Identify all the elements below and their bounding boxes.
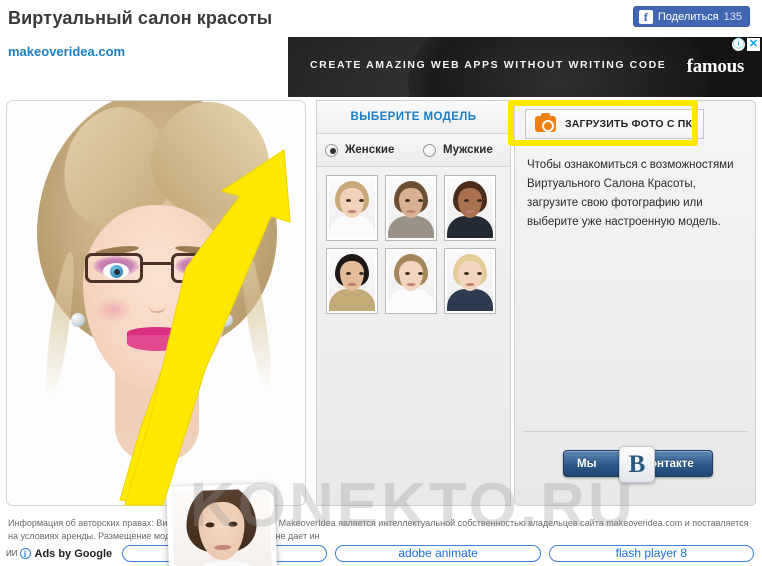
info-panel: ЗАГРУЗИТЬ ФОТО С ПК Чтобы ознакомиться с… — [514, 100, 756, 506]
model-face — [399, 188, 423, 218]
facebook-share-label: Поделиться — [657, 10, 719, 23]
ads-by-google-text: Ads by Google — [34, 547, 113, 560]
model-face — [340, 188, 364, 218]
vk-prefix-label: Мы — [577, 457, 597, 470]
portrait-blush-left — [93, 297, 133, 323]
model-eye-right — [477, 272, 482, 275]
ad-advertiser-logo: famous — [686, 56, 745, 77]
portrait-earring-left — [71, 313, 85, 327]
model-mouth — [406, 210, 416, 213]
model-face — [399, 261, 423, 291]
model-body — [447, 289, 493, 311]
facebook-icon: f — [638, 9, 653, 24]
model-eye-right — [477, 199, 482, 202]
model-thumbnail-image — [447, 251, 493, 311]
model-eye-right — [418, 199, 423, 202]
model-thumbnail[interactable] — [326, 175, 378, 241]
model-mouth — [406, 283, 416, 286]
model-body — [329, 289, 375, 311]
model-thumbnail-image — [329, 251, 375, 311]
site-url-link[interactable]: makeoveridea.com — [8, 44, 125, 59]
model-eye-right — [418, 272, 423, 275]
ad-link-flash-player-8[interactable]: flash player 8 — [548, 545, 755, 562]
radio-male-indicator — [423, 143, 436, 157]
panel-divider — [523, 431, 747, 432]
ad-info-icon[interactable]: ⓘ — [732, 38, 745, 51]
ad-banner[interactable]: CREATE AMAZING WEB APPS WITHOUT WRITING … — [288, 37, 762, 97]
model-eye-left — [346, 199, 351, 202]
model-thumbnail-image — [388, 251, 434, 311]
ad-link-adobe-animate[interactable]: adobe animate — [335, 545, 541, 562]
model-face — [458, 261, 482, 291]
thumb-body — [183, 560, 265, 566]
page-title: Виртуальный салон красоты — [8, 8, 273, 28]
vkontakte-button[interactable]: Мы В контакте — [563, 446, 713, 483]
thumb-face — [197, 501, 246, 561]
portrait-nose — [148, 287, 166, 313]
model-thumbnail[interactable] — [444, 248, 496, 314]
app-page: Виртуальный салон красоты makeoveridea.c… — [0, 0, 762, 566]
model-thumbnail-image — [447, 178, 493, 238]
uploaded-photo-thumbnail[interactable] — [166, 483, 278, 566]
model-eye-left — [405, 199, 410, 202]
model-eye-left — [346, 272, 351, 275]
info-icon[interactable]: i — [19, 548, 31, 559]
glasses-lens-right — [171, 253, 229, 283]
radio-male-label: Мужские — [443, 144, 493, 156]
model-eye-left — [464, 272, 469, 275]
model-body — [388, 289, 434, 311]
model-panel-title: ВЫБЕРИТЕ МОДЕЛЬ — [317, 101, 510, 134]
model-eye-right — [359, 199, 364, 202]
portrait-earring-right — [219, 313, 233, 327]
model-mouth — [465, 210, 475, 213]
model-thumbnail-image — [388, 178, 434, 238]
model-thumbnail[interactable] — [385, 248, 437, 314]
facebook-share-count: 135 — [723, 10, 742, 23]
model-eye-left — [464, 199, 469, 202]
model-mouth — [465, 283, 475, 286]
ads-by-google-label[interactable]: ИИ i Ads by Google — [6, 548, 112, 560]
glasses-bridge — [142, 262, 172, 265]
ads-prefix: ИИ — [6, 549, 18, 558]
model-body — [329, 216, 375, 238]
model-thumbnail[interactable] — [385, 175, 437, 241]
gender-filter-row: Женские Мужские — [317, 134, 510, 167]
model-thumbnail[interactable] — [444, 175, 496, 241]
facebook-share-button[interactable]: f Поделиться 135 — [632, 6, 750, 27]
copyright-text: Информация об авторских правах: Виртуаль… — [8, 518, 749, 541]
model-body — [447, 216, 493, 238]
model-face — [458, 188, 482, 218]
flash-application: ВЫБЕРИТЕ МОДЕЛЬ Женские Мужские ЗАГРУЗИТ… — [0, 96, 762, 566]
uploaded-photo-image — [171, 488, 273, 566]
radio-female-indicator — [325, 143, 338, 157]
model-selection-panel: ВЫБЕРИТЕ МОДЕЛЬ Женские Мужские — [316, 100, 511, 506]
model-thumbnail[interactable] — [326, 248, 378, 314]
model-mouth — [347, 210, 357, 213]
model-mouth — [347, 283, 357, 286]
vkontakte-icon: В — [619, 446, 655, 483]
upload-photo-label: ЗАГРУЗИТЬ ФОТО С ПК — [565, 118, 693, 130]
radio-male[interactable]: Мужские — [423, 143, 493, 157]
model-eye-left — [405, 272, 410, 275]
model-face — [340, 261, 364, 291]
ad-headline: CREATE AMAZING WEB APPS WITHOUT WRITING … — [310, 59, 667, 71]
ad-close-icon[interactable]: ✕ — [747, 38, 760, 51]
camera-icon — [535, 113, 556, 132]
portrait-preview[interactable] — [6, 100, 306, 506]
model-thumbnail-grid — [317, 167, 510, 314]
glasses-lens-left — [85, 253, 143, 283]
upload-photo-button[interactable]: ЗАГРУЗИТЬ ФОТО С ПК — [525, 109, 704, 139]
google-ads-row: ИИ i Ads by Google flash installation ad… — [6, 543, 758, 564]
radio-female[interactable]: Женские — [325, 143, 423, 157]
radio-female-label: Женские — [345, 144, 395, 156]
model-thumbnail-image — [329, 178, 375, 238]
model-body — [388, 216, 434, 238]
portrait-lower-lip — [127, 335, 187, 351]
intro-text: Чтобы ознакомиться с возможностями Вирту… — [527, 159, 734, 228]
model-eye-right — [359, 272, 364, 275]
portrait-glasses — [85, 253, 229, 289]
